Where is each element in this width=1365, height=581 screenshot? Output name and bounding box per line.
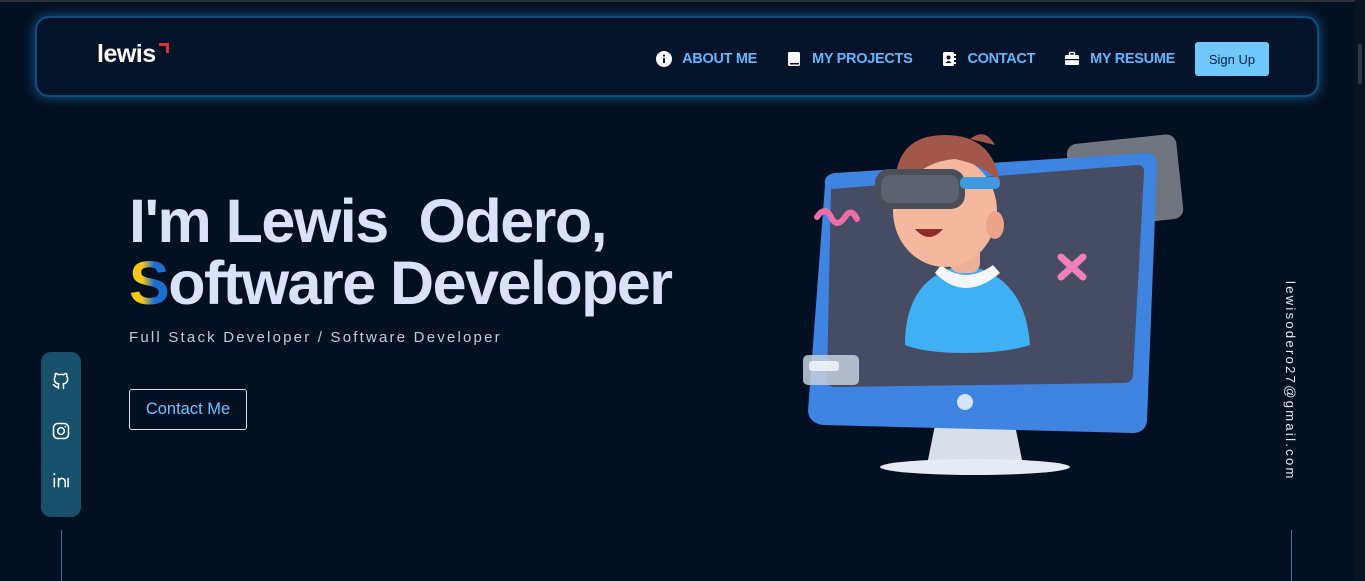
developer-vr-illustration — [803, 134, 1184, 475]
social-sidebar — [41, 352, 81, 517]
github-icon[interactable] — [51, 371, 71, 391]
nav-about-me-label: ABOUT ME — [682, 51, 758, 67]
book-icon — [788, 52, 801, 66]
hero-title-s-letter: S — [129, 249, 170, 317]
hero-title: I'm Lewis Odero, Software Developer — [129, 187, 673, 317]
address-book-icon — [943, 52, 957, 66]
hero-title-line2-rest: oftware Developer — [168, 249, 673, 317]
top-border — [0, 0, 1365, 2]
right-divider-line — [1291, 530, 1292, 581]
nav-my-projects[interactable]: MY PROJECTS — [786, 51, 913, 67]
linkedin-icon[interactable] — [51, 470, 71, 490]
hero-title-line1: I'm Lewis Odero, — [129, 187, 608, 255]
nav-my-resume-label: MY RESUME — [1090, 51, 1175, 67]
nav-contact[interactable]: CONTACT — [941, 51, 1035, 67]
instagram-icon[interactable] — [51, 421, 71, 441]
nav-about-me[interactable]: ABOUT ME — [656, 51, 757, 67]
nav-my-projects-label: MY PROJECTS — [812, 51, 913, 67]
hero-title-line2: Software Developer — [129, 249, 673, 317]
logo[interactable]: lewis — [97, 40, 156, 69]
sign-up-button[interactable]: Sign Up — [1195, 42, 1269, 76]
nav-links: ABOUT ME MY PROJECTS CONTACT MY RESUME S… — [656, 42, 1269, 76]
briefcase-icon — [1065, 51, 1080, 65]
scrollbar-thumb[interactable] — [1358, 44, 1362, 84]
info-circle-icon — [656, 51, 673, 67]
scrollbar[interactable] — [1355, 0, 1365, 581]
hero-subtitle: Full Stack Developer / Software Develope… — [129, 329, 502, 346]
contact-me-button[interactable]: Contact Me — [129, 389, 247, 430]
navbar: lewis ABOUT ME MY PROJECTS CONTACT MY RE… — [35, 16, 1319, 97]
nav-my-resume[interactable]: MY RESUME — [1064, 51, 1175, 67]
left-divider-line — [61, 530, 62, 581]
logo-mark — [159, 43, 169, 53]
nav-contact-label: CONTACT — [967, 51, 1036, 67]
page: lewis ABOUT ME MY PROJECTS CONTACT MY RE… — [0, 0, 1365, 581]
email-link[interactable]: lewisodero27@gmail.com — [1283, 281, 1298, 481]
